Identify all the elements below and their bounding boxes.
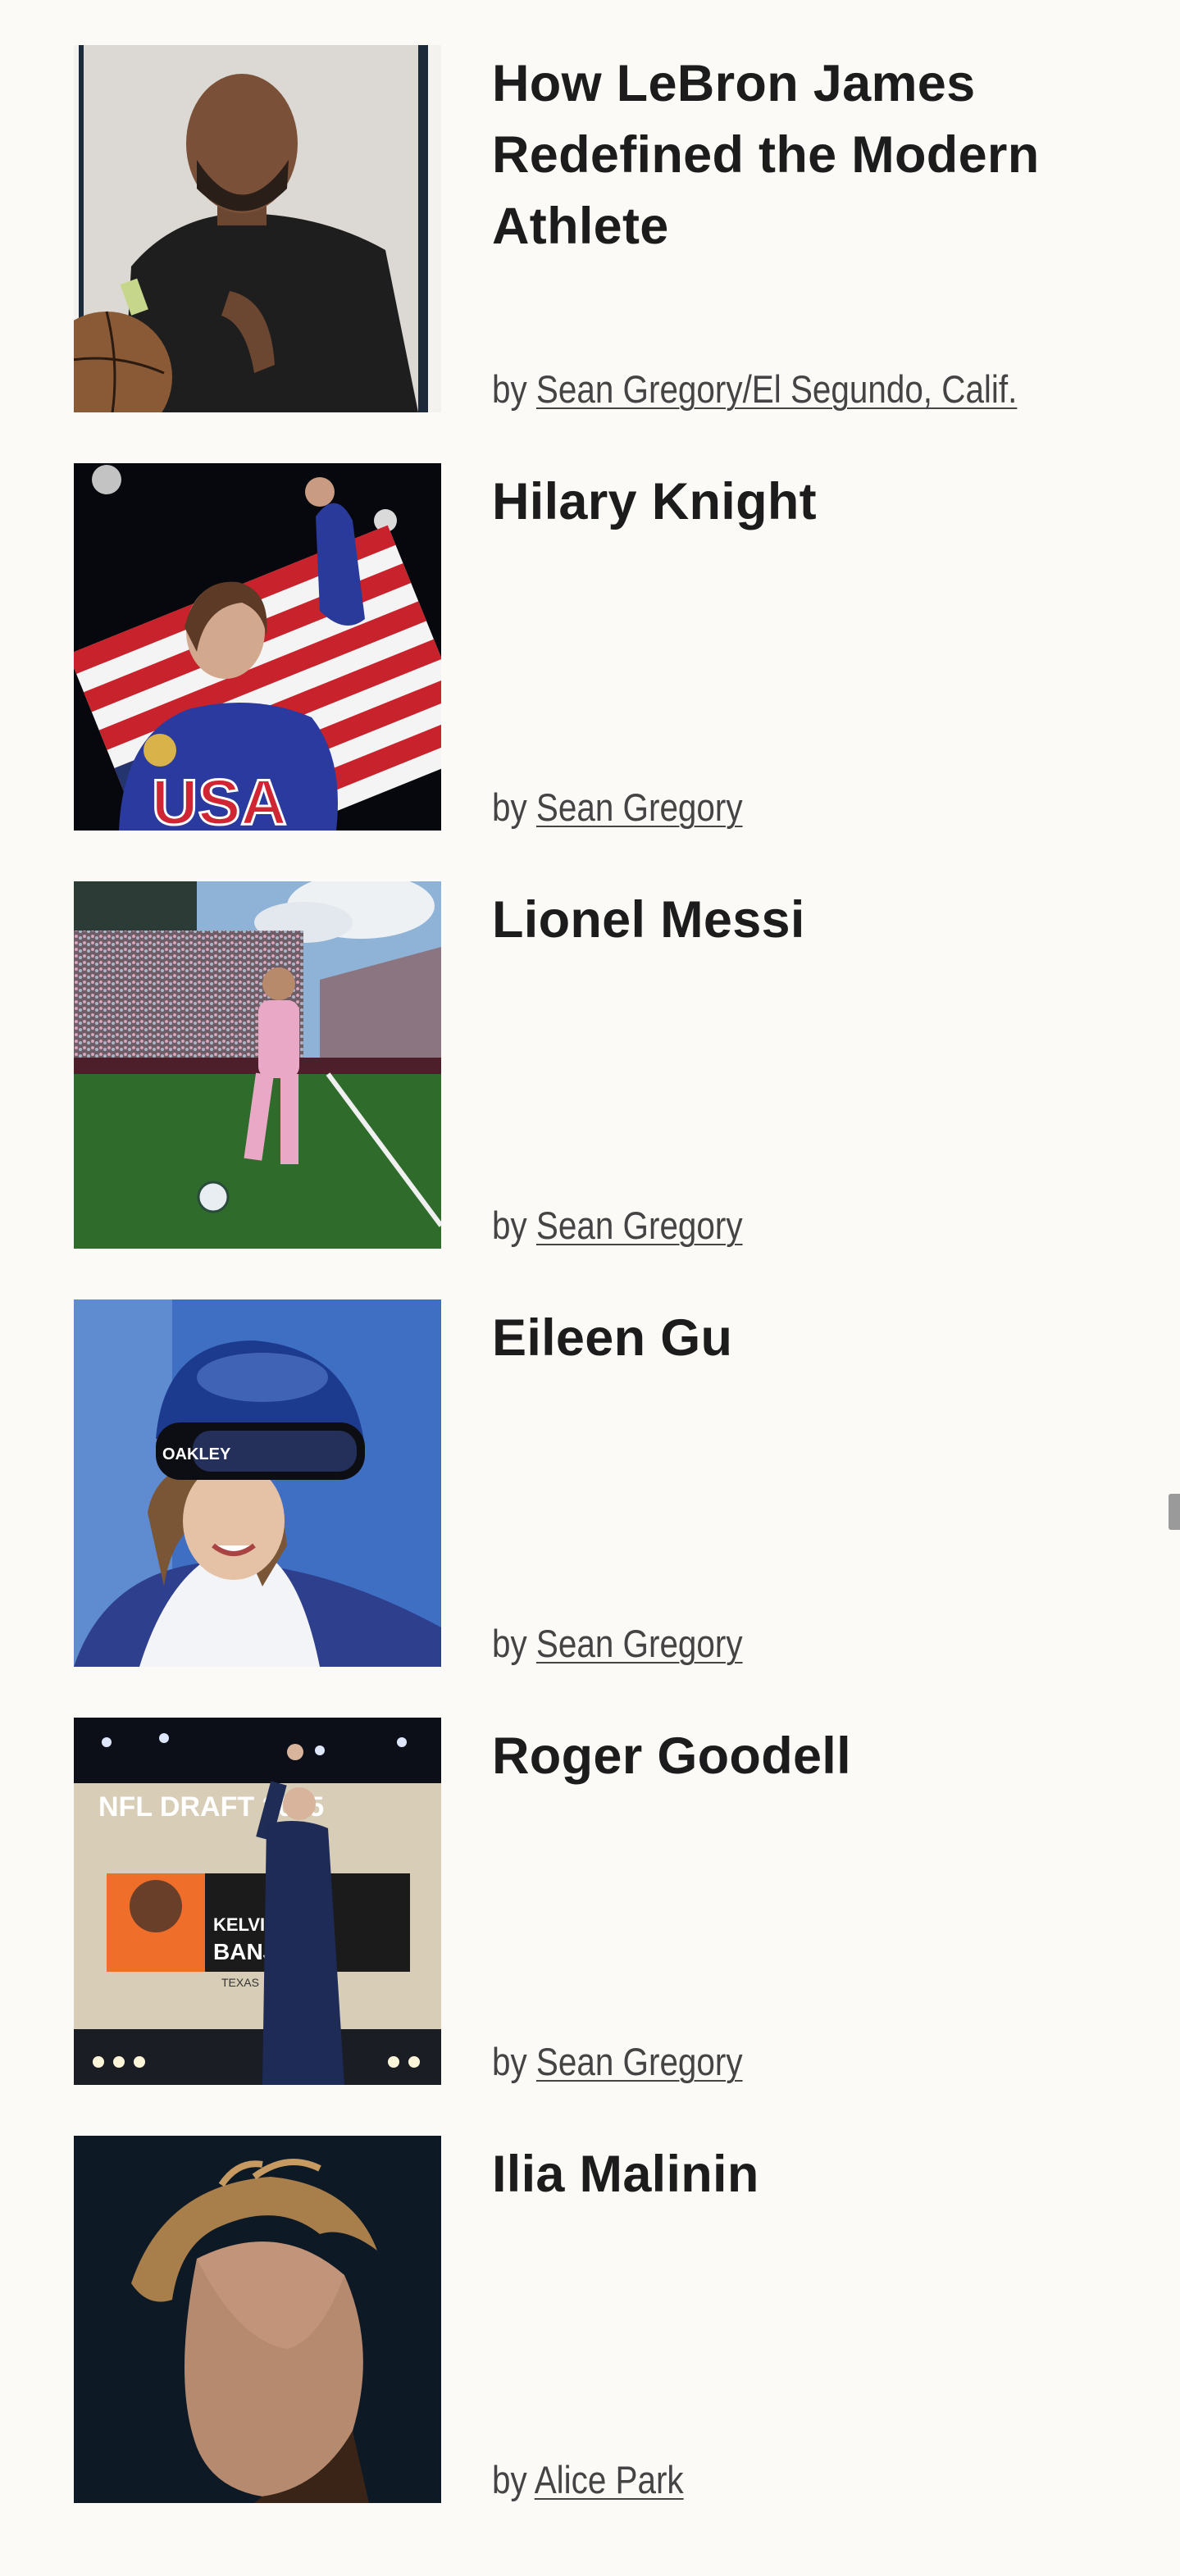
article-card[interactable]: USA Hilary Knight by Sean Gregory: [74, 463, 1140, 831]
byline-prefix: by: [492, 785, 527, 829]
article-title[interactable]: Ilia Malinin: [492, 2139, 1115, 2210]
draft-screen-team: TEXAS: [221, 1976, 259, 1989]
author-link[interactable]: Sean Gregory: [536, 1622, 743, 1665]
author-link[interactable]: Sean Gregory/El Segundo, Calif.: [536, 367, 1017, 411]
article-byline: by Sean Gregory: [492, 1621, 743, 1667]
article-byline: by Sean Gregory: [492, 785, 743, 831]
article-thumbnail-lebron[interactable]: [74, 45, 441, 412]
article-title[interactable]: Eileen Gu: [492, 1303, 1115, 1374]
article-byline: by Alice Park: [492, 2457, 684, 2503]
roger-goodell-draft-image: NFL DRAFT 2025 KELVIN BANJAMIN TEXAS: [74, 1718, 441, 2085]
article-title[interactable]: Roger Goodell: [492, 1721, 1115, 1792]
byline-prefix: by: [492, 1622, 527, 1665]
article-thumbnail-ilia-malinin[interactable]: [74, 2136, 441, 2503]
lebron-portrait-image: [74, 45, 441, 412]
article-card[interactable]: Ilia Malinin by Alice Park: [74, 2136, 1140, 2503]
scrollbar-thumb[interactable]: [1169, 1494, 1180, 1530]
article-byline: by Sean Gregory/El Segundo, Calif.: [492, 366, 1017, 412]
ilia-malinin-portrait-image: [74, 2136, 441, 2503]
author-link[interactable]: Alice Park: [535, 2458, 684, 2501]
author-link[interactable]: Sean Gregory: [536, 1204, 743, 1247]
lionel-messi-stadium-image: [74, 881, 441, 1249]
byline-prefix: by: [492, 367, 527, 411]
eileen-gu-helmet-image: OAKLEY: [74, 1299, 441, 1667]
author-link[interactable]: Sean Gregory: [536, 785, 743, 829]
article-thumbnail-lionel-messi[interactable]: [74, 881, 441, 1249]
article-byline: by Sean Gregory: [492, 2039, 743, 2085]
article-card[interactable]: OAKLEY Eileen Gu by Sean Gregory: [74, 1299, 1140, 1667]
article-thumbnail-eileen-gu[interactable]: OAKLEY: [74, 1299, 441, 1667]
article-list: How LeBron James Redefined the Modern At…: [74, 45, 1140, 2554]
byline-prefix: by: [492, 2458, 527, 2501]
jersey-text: USA: [152, 766, 287, 831]
goggle-brand-text: OAKLEY: [162, 1445, 231, 1463]
article-title[interactable]: Lionel Messi: [492, 885, 1115, 956]
article-thumbnail-roger-goodell[interactable]: NFL DRAFT 2025 KELVIN BANJAMIN TEXAS: [74, 1718, 441, 2085]
byline-prefix: by: [492, 2040, 527, 2083]
article-card[interactable]: Lionel Messi by Sean Gregory: [74, 881, 1140, 1249]
article-byline: by Sean Gregory: [492, 1203, 743, 1249]
hilary-knight-flag-image: USA: [74, 463, 441, 831]
article-card[interactable]: How LeBron James Redefined the Modern At…: [74, 45, 1140, 412]
article-card[interactable]: NFL DRAFT 2025 KELVIN BANJAMIN TEXAS: [74, 1718, 1140, 2085]
article-thumbnail-hilary-knight[interactable]: USA: [74, 463, 441, 831]
article-title[interactable]: Hilary Knight: [492, 467, 1115, 538]
article-title[interactable]: How LeBron James Redefined the Modern At…: [492, 48, 1115, 262]
author-link[interactable]: Sean Gregory: [536, 2040, 743, 2083]
byline-prefix: by: [492, 1204, 527, 1247]
